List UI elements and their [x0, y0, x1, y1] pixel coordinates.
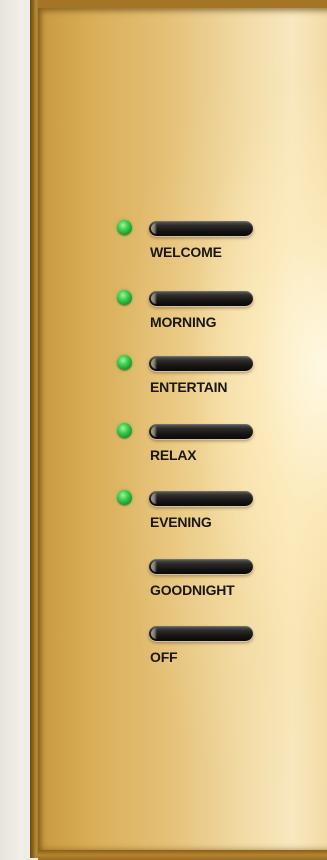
relax-label: RELAX	[150, 447, 197, 463]
status-led-off	[117, 625, 132, 640]
welcome-button[interactable]	[149, 221, 253, 236]
off-label: OFF	[150, 649, 178, 665]
scene-row-off: OFF	[113, 625, 273, 677]
scene-row-relax: RELAX	[113, 423, 273, 475]
morning-button[interactable]	[149, 291, 253, 306]
status-led-welcome	[117, 220, 132, 235]
scene-row-entertain: ENTERTAIN	[113, 355, 273, 407]
scene-row-morning: MORNING	[113, 290, 273, 342]
scene-keypad: WELCOME MORNING ENTERTAIN RELAX EVENING …	[0, 0, 327, 860]
status-led-entertain	[117, 355, 132, 370]
morning-label: MORNING	[150, 314, 217, 330]
evening-button[interactable]	[149, 491, 253, 506]
status-led-morning	[117, 290, 132, 305]
relax-button[interactable]	[149, 424, 253, 439]
status-led-evening	[117, 490, 132, 505]
scene-row-evening: EVENING	[113, 490, 273, 542]
entertain-label: ENTERTAIN	[150, 379, 228, 395]
scene-row-welcome: WELCOME	[113, 220, 273, 272]
goodnight-label: GOODNIGHT	[150, 582, 235, 598]
entertain-button[interactable]	[149, 356, 253, 371]
goodnight-button[interactable]	[149, 559, 253, 574]
welcome-label: WELCOME	[150, 244, 222, 260]
off-button[interactable]	[149, 626, 253, 641]
status-led-relax	[117, 423, 132, 438]
status-led-goodnight	[117, 558, 132, 573]
scene-row-goodnight: GOODNIGHT	[113, 558, 273, 610]
evening-label: EVENING	[150, 514, 212, 530]
